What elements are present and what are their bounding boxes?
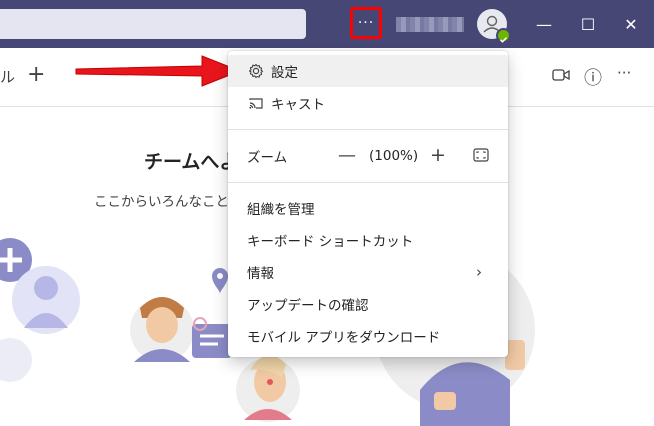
menu-item-label: アップデートの確認 bbox=[247, 298, 369, 314]
cast-icon bbox=[249, 98, 263, 109]
user-name-blurred bbox=[396, 17, 464, 32]
zoom-level: (100%) bbox=[369, 148, 419, 164]
search-bar[interactable] bbox=[0, 9, 306, 39]
menu-item-label: キャスト bbox=[271, 97, 325, 113]
menu-item-label: モバイル アプリをダウンロード bbox=[247, 330, 441, 346]
menu-divider bbox=[228, 129, 508, 130]
menu-item-settings[interactable]: 設定 bbox=[228, 55, 508, 87]
close-icon: ✕ bbox=[624, 14, 638, 34]
more-options-menu: 設定 キャスト ズーム — (100%) + 組織を管理 キーボード ショートカ… bbox=[228, 51, 508, 357]
menu-item-manage-org[interactable]: 組織を管理 bbox=[228, 192, 508, 224]
tab-label-partial[interactable]: ル bbox=[0, 66, 15, 87]
zoom-in-button[interactable]: + bbox=[430, 144, 446, 166]
menu-item-about[interactable]: 情報 bbox=[228, 256, 508, 288]
zoom-label: ズーム bbox=[247, 150, 288, 166]
menu-item-label: 組織を管理 bbox=[247, 202, 315, 218]
close-button[interactable]: ✕ bbox=[619, 12, 643, 36]
add-tab-icon[interactable]: + bbox=[27, 62, 45, 87]
fit-to-window-icon[interactable] bbox=[473, 148, 489, 162]
menu-item-keyboard-shortcuts[interactable]: キーボード ショートカット bbox=[228, 224, 508, 256]
info-icon[interactable]: ⓘ bbox=[584, 64, 602, 90]
menu-divider bbox=[228, 182, 508, 183]
menu-item-label: キーボード ショートカット bbox=[247, 234, 414, 250]
minimize-icon: — bbox=[536, 14, 552, 34]
menu-item-download-mobile[interactable]: モバイル アプリをダウンロード bbox=[228, 320, 508, 352]
menu-item-label: 設定 bbox=[271, 65, 298, 81]
more-icon: ··· bbox=[357, 15, 375, 31]
chevron-right-icon: › bbox=[476, 263, 482, 281]
maximize-icon: ☐ bbox=[580, 14, 596, 34]
channel-more-icon[interactable]: ··· bbox=[617, 64, 631, 82]
welcome-title: チームへよ bbox=[144, 151, 239, 173]
minimize-button[interactable]: — bbox=[532, 12, 556, 36]
maximize-button[interactable]: ☐ bbox=[576, 12, 600, 36]
welcome-subtitle: ここからいろんなこと bbox=[94, 194, 229, 210]
zoom-out-button[interactable]: — bbox=[338, 145, 356, 166]
menu-item-zoom: ズーム bbox=[228, 140, 508, 172]
gear-icon bbox=[248, 63, 264, 79]
more-options-button[interactable]: ··· bbox=[350, 7, 382, 39]
annotation-arrow bbox=[75, 55, 242, 87]
video-icon[interactable] bbox=[552, 68, 570, 86]
presence-available-icon bbox=[496, 28, 511, 43]
menu-item-label: 情報 bbox=[247, 266, 274, 282]
menu-item-cast[interactable]: キャスト bbox=[228, 87, 508, 119]
menu-item-check-updates[interactable]: アップデートの確認 bbox=[228, 288, 508, 320]
